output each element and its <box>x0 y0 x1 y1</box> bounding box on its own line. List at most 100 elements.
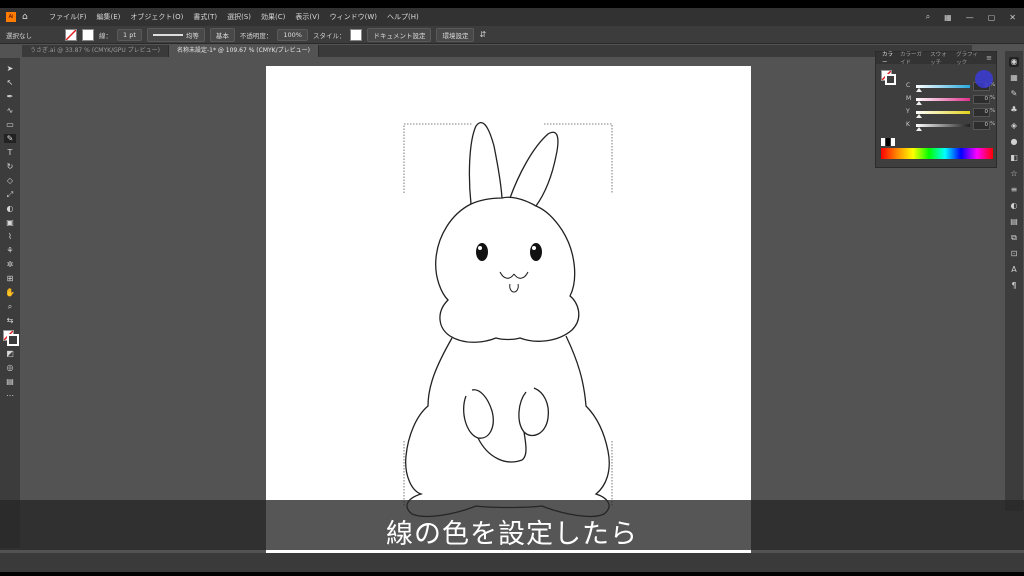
symbols-panel-icon[interactable]: ♣ <box>1009 105 1019 115</box>
stroke-profile-select[interactable]: 均等 <box>146 27 205 42</box>
curvature-tool-icon[interactable]: ∿ <box>4 106 16 115</box>
menu-view[interactable]: 表示(V) <box>290 12 324 22</box>
stroke-swatch[interactable] <box>82 28 94 41</box>
shape-builder-tool-icon[interactable]: ◐ <box>4 204 16 213</box>
rabbit-head <box>435 196 580 343</box>
eyedropper-tool-icon[interactable]: ⌇ <box>4 232 16 241</box>
rectangle-tool-icon[interactable]: ▭ <box>4 120 16 129</box>
slider-label-k: K <box>906 121 910 128</box>
paragraph-panel-icon[interactable]: ¶ <box>1009 281 1019 291</box>
layers-panel-icon[interactable]: ◈ <box>1009 121 1019 131</box>
style-swatch[interactable] <box>350 28 363 41</box>
appearance-panel-icon[interactable]: ● <box>1009 137 1019 147</box>
arrange-icon[interactable]: ⇵ <box>479 30 486 39</box>
color-mode-icon[interactable]: ◩ <box>4 349 16 358</box>
draw-mode-icon[interactable]: ◎ <box>4 363 16 372</box>
color-panel: カラー カラーガイド スウォッチ グラフィック ≡ C0%M0%Y0%K0% <box>875 51 997 168</box>
black-chip[interactable] <box>886 138 890 146</box>
spectrum-white-black[interactable] <box>881 138 895 146</box>
more-tools-icon[interactable]: ⋯ <box>4 391 16 400</box>
stroke-weight-field[interactable]: 1 pt <box>117 28 142 41</box>
preferences-button[interactable]: 環境設定 <box>436 27 475 42</box>
swatches-panel-icon[interactable]: ▦ <box>1009 73 1019 83</box>
tab-swatches[interactable]: スウォッチ <box>930 50 950 66</box>
home-icon[interactable]: ⌂ <box>22 12 32 22</box>
brushes-panel-icon[interactable]: ✎ <box>1009 89 1019 99</box>
pen-tool-icon[interactable]: ✒ <box>4 92 16 101</box>
scale-tool-icon[interactable]: ⤢ <box>4 190 16 199</box>
artboard[interactable] <box>266 66 751 556</box>
status-bar <box>0 553 1024 572</box>
cursor-highlight <box>975 70 993 88</box>
artboard-tool-icon[interactable]: ⊞ <box>4 274 16 283</box>
minimize-icon[interactable]: — <box>966 13 974 22</box>
slider-track-y[interactable] <box>916 111 970 114</box>
libraries-icon[interactable]: ☆ <box>1009 169 1019 179</box>
slider-value-k[interactable]: 0 <box>973 121 990 130</box>
panel-menu-icon[interactable]: ≡ <box>986 54 992 62</box>
slider-knob-y[interactable] <box>916 114 922 118</box>
gradient-tool-icon[interactable]: ▣ <box>4 218 16 227</box>
stroke-swatch-tool[interactable] <box>7 334 19 346</box>
symbol-sprayer-tool-icon[interactable]: ✲ <box>4 260 16 269</box>
screen-mode-icon[interactable]: ▤ <box>4 377 16 386</box>
white-chip[interactable] <box>881 138 885 146</box>
style-label: スタイル： <box>312 31 346 40</box>
blend-tool-icon[interactable]: ⚘ <box>4 246 16 255</box>
menu-file[interactable]: ファイル(F) <box>44 12 92 22</box>
fill-stroke-swatches[interactable] <box>3 330 19 346</box>
tab-graphic[interactable]: グラフィック <box>956 50 980 66</box>
tab-color[interactable]: カラー <box>882 50 894 66</box>
slider-value-y[interactable]: 0 <box>973 108 990 117</box>
hand-tool-icon[interactable]: ✋ <box>4 288 16 297</box>
opacity-field[interactable]: 100% <box>277 28 308 41</box>
slider-value-m[interactable]: 0 <box>973 95 990 104</box>
menu-type[interactable]: 書式(T) <box>188 12 222 22</box>
document-settings-button[interactable]: ドキュメント設定 <box>367 27 432 42</box>
menu-window[interactable]: ウィンドウ(W) <box>325 12 382 22</box>
opacity-label: 不透明度： <box>239 31 273 40</box>
slider-knob-k[interactable] <box>916 127 922 131</box>
paintbrush-tool-icon[interactable]: ✎ <box>4 134 16 143</box>
align-panel-icon[interactable]: ▤ <box>1009 217 1019 227</box>
type-tool-icon[interactable]: T <box>4 148 16 157</box>
selection-tool-icon[interactable]: ➤ <box>4 64 16 73</box>
search-icon[interactable]: ⌕ <box>926 12 930 22</box>
tab-untitled[interactable]: 名称未設定-1* @ 109.67 % (CMYK/プレビュー) <box>169 45 319 57</box>
stroke-panel-icon[interactable]: ≡ <box>1009 185 1019 195</box>
graphic-styles-icon[interactable]: ◧ <box>1009 153 1019 163</box>
close-icon[interactable]: ✕ <box>1009 13 1016 22</box>
rabbit-right-eye <box>530 243 542 261</box>
slider-knob-c[interactable] <box>916 88 922 92</box>
brush-select[interactable]: 基本 <box>209 27 235 42</box>
pathfinder-icon[interactable]: ⧉ <box>1009 233 1019 243</box>
direct-selection-tool-icon[interactable]: ↖ <box>4 78 16 87</box>
rabbit-drawing[interactable] <box>266 66 751 556</box>
menu-edit[interactable]: 編集(E) <box>92 12 126 22</box>
slider-track-m[interactable] <box>916 98 970 101</box>
transparency-panel-icon[interactable]: ◐ <box>1009 201 1019 211</box>
control-bar: 選択なし 線： 1 pt 均等 基本 不透明度： 100% スタイル： ドキュメ… <box>0 26 1024 44</box>
transform-panel-icon[interactable]: ⊡ <box>1009 249 1019 259</box>
slider-track-k[interactable] <box>916 124 970 127</box>
zoom-tool-icon[interactable]: ⌕ <box>4 302 16 311</box>
maximize-icon[interactable]: ▢ <box>988 13 996 22</box>
menu-select[interactable]: 選択(S) <box>222 12 256 22</box>
rotate-tool-icon[interactable]: ↻ <box>4 162 16 171</box>
eraser-tool-icon[interactable]: ◇ <box>4 176 16 185</box>
swap-colors-icon[interactable]: ⇆ <box>4 316 16 325</box>
white-chip-2[interactable] <box>891 138 895 146</box>
menu-effect[interactable]: 効果(C) <box>256 12 290 22</box>
workspace-icon[interactable]: ▦ <box>944 13 952 22</box>
slider-track-c[interactable] <box>916 85 970 88</box>
color-spectrum[interactable] <box>881 148 993 159</box>
character-panel-icon[interactable]: A <box>1009 265 1019 275</box>
menu-object[interactable]: オブジェクト(O) <box>125 12 188 22</box>
menu-help[interactable]: ヘルプ(H) <box>382 12 424 22</box>
color-panel-icon[interactable]: ◉ <box>1009 57 1019 67</box>
slider-knob-m[interactable] <box>916 101 922 105</box>
tab-usagi[interactable]: うさぎ.ai @ 33.87 % (CMYK/GPU プレビュー) <box>22 45 169 57</box>
rabbit-mouth <box>499 271 529 279</box>
fill-none-icon[interactable] <box>65 28 77 41</box>
tab-color-guide[interactable]: カラーガイド <box>900 50 924 66</box>
